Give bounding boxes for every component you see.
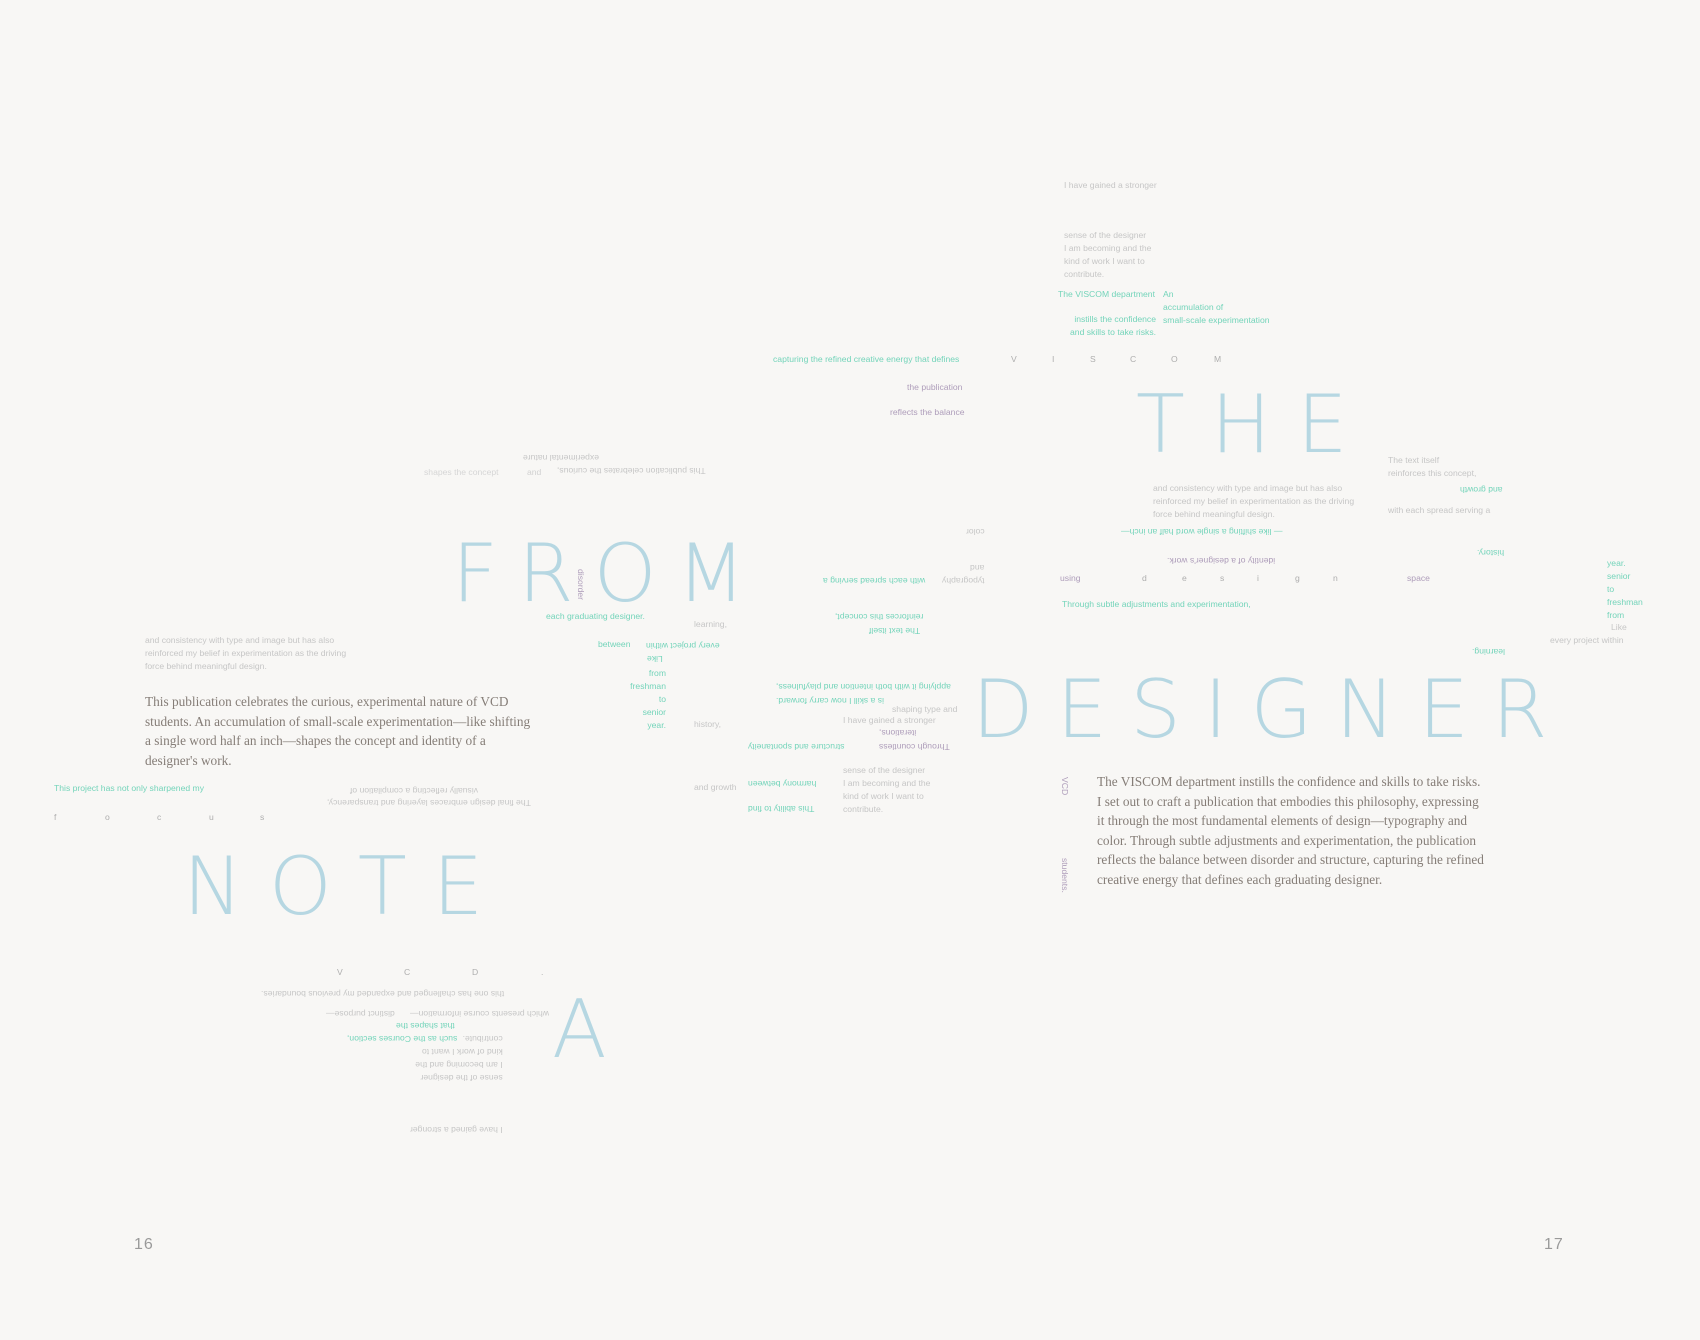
letter: V: [337, 967, 343, 977]
letter: i: [1257, 573, 1259, 583]
fragment: — like shifting a single word half an in…: [1121, 527, 1283, 537]
fragment: every project within: [646, 641, 720, 651]
fragment: This publication celebrates the curious,: [557, 466, 706, 476]
fragment: The VISCOM department: [1058, 289, 1155, 299]
fragment: this one has challenged and expanded my …: [261, 989, 505, 999]
title-from: FROM: [452, 527, 766, 620]
fragment: sense of the designer I am becoming and …: [1064, 230, 1152, 279]
fragment: and growth: [694, 782, 737, 792]
fragment: each graduating designer.: [546, 611, 645, 621]
fragment: history,: [694, 719, 722, 729]
fragment: color: [966, 527, 985, 537]
spaced-word-viscom: V I S C O M: [1011, 353, 1231, 367]
fragment: and consistency with type and image but …: [145, 635, 347, 671]
spaced-word-design: d e s i g n: [1142, 572, 1342, 586]
spaced-word-focus: f o c u s: [54, 811, 274, 825]
fragment: instills the confidence and skills to ta…: [1070, 314, 1156, 337]
letter: M: [1214, 354, 1222, 364]
fragment: and growth: [1460, 485, 1503, 495]
fragment: Through subtle adjustments and experimen…: [1062, 599, 1251, 609]
body-right: The VISCOM department instills the confi…: [1097, 774, 1484, 887]
page-number-right: 17: [1544, 1236, 1564, 1253]
fragment: the publication: [907, 382, 963, 392]
fragment: and: [527, 467, 542, 477]
letter: f: [54, 812, 57, 822]
fragment: using: [1060, 573, 1081, 583]
fragment: from freshman to senior year.: [630, 668, 666, 730]
fragment: I have gained a stronger: [1064, 180, 1157, 190]
fragment: shapes the concept: [424, 467, 499, 477]
fragment: and: [970, 563, 985, 573]
letter: .: [541, 967, 544, 977]
fragment: space: [1407, 573, 1430, 583]
fragment: learning,: [694, 619, 727, 629]
letter: C: [1130, 354, 1137, 364]
fragment: every project within: [1550, 635, 1624, 645]
letter: V: [1011, 354, 1017, 364]
letter: u: [209, 812, 214, 822]
letter: n: [1333, 573, 1338, 583]
letter: I: [1052, 354, 1055, 364]
fragment: year. senior to freshman from: [1607, 558, 1643, 620]
letter: c: [157, 812, 162, 822]
title-the: THE: [1136, 378, 1374, 471]
fragment: I have gained a stronger sense of the de…: [410, 1034, 503, 1135]
fragment: VCD: [1060, 777, 1070, 796]
fragment: history.: [1477, 548, 1505, 558]
fragment: The final design embraces layering and t…: [327, 798, 531, 808]
letter: O: [1171, 354, 1178, 364]
fragment: This project has not only sharpened my: [54, 783, 204, 793]
fragment: capturing the refined creative energy th…: [773, 354, 960, 364]
title-a: A: [552, 983, 607, 1076]
fragment: distinct purpose—: [326, 1009, 395, 1019]
fragment: reflects the balance: [890, 407, 965, 417]
letter: s: [260, 812, 265, 822]
fragment: reinforces this concept,: [835, 612, 924, 622]
letter: S: [1090, 354, 1096, 364]
spaced-word-vcd: V C D .: [337, 966, 557, 980]
fragment: This ability to find: [748, 804, 815, 814]
fragment: An accumulation of small-scale experimen…: [1163, 289, 1270, 325]
page-number-left: 16: [134, 1236, 154, 1253]
letter: e: [1182, 573, 1187, 583]
fragment: students.: [1060, 858, 1070, 893]
fragment: typography: [942, 576, 985, 586]
fragment: The text itself reinforces this concept,: [1388, 455, 1477, 478]
fragment: experimental nature: [523, 453, 599, 463]
fragment: that shapes the: [396, 1021, 455, 1031]
fragment: Through countless: [879, 742, 950, 752]
title-designer: DESIGNER: [972, 663, 1571, 756]
fragment: sense of the designer I am becoming and …: [843, 765, 931, 814]
fragment: harmony between: [748, 779, 817, 789]
fragment: and consistency with type and image but …: [1153, 483, 1355, 519]
fragment: between: [598, 639, 631, 649]
fragment: identity of a designer's work.: [1167, 556, 1276, 566]
body-left: This publication celebrates the curious,…: [145, 694, 531, 768]
fragment: Like: [1611, 622, 1627, 632]
fragment: iterations,: [879, 728, 917, 738]
fragment: with each spread serving a: [1388, 505, 1491, 515]
fragment: is a skill I now carry forward.: [776, 696, 884, 706]
fragment: structure and spontaneity: [748, 742, 845, 752]
letter: d: [1142, 573, 1147, 583]
fragment: disorder: [576, 569, 586, 601]
fragment: learning.: [1472, 647, 1505, 657]
fragment: applying it with both intention and play…: [776, 682, 951, 692]
title-note: NOTE: [183, 840, 510, 933]
letter: D: [472, 967, 479, 977]
fragment: with each spread serving a: [823, 576, 926, 586]
fragment: Like: [647, 654, 663, 664]
letter: s: [1220, 573, 1225, 583]
fragment: The text itself: [869, 626, 921, 636]
letter: C: [404, 967, 411, 977]
letter: o: [105, 812, 110, 822]
letter: g: [1295, 573, 1300, 583]
